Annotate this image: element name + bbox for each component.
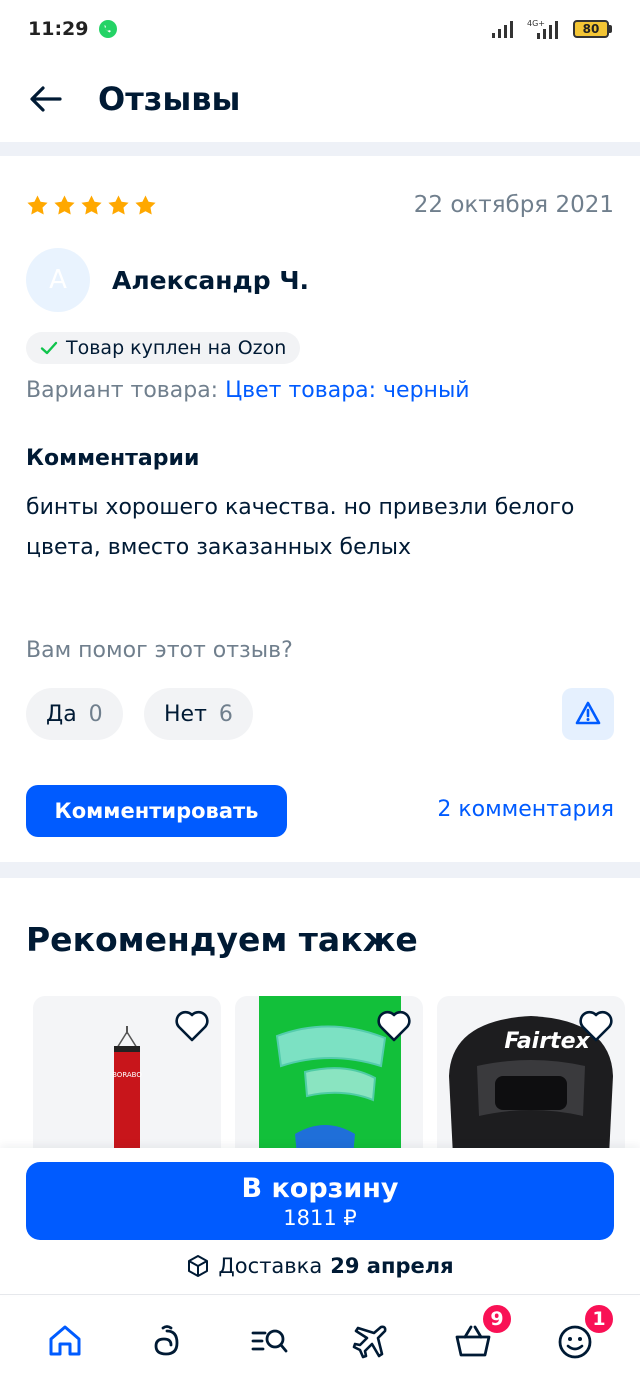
bought-label: Товар куплен на Ozon (66, 337, 287, 359)
report-button[interactable] (562, 688, 614, 740)
heart-icon[interactable] (577, 1008, 615, 1044)
review-author: A Александр Ч. (26, 248, 309, 312)
variant-label: Вариант товара: (26, 378, 219, 403)
cart-panel: В корзину 1811 ₽ Доставка 29 апреля (0, 1148, 640, 1294)
airplane-icon (352, 1325, 387, 1359)
vote-no-label: Нет (164, 701, 207, 727)
signal-4g-icon: 4G+ (527, 19, 558, 39)
profile-badge: 1 (583, 1303, 615, 1335)
box-icon (188, 1255, 209, 1277)
status-bar: 11:29 4G+ 80 (0, 0, 640, 58)
product-card[interactable] (235, 996, 423, 1156)
star-icon (27, 194, 48, 215)
page-title: Отзывы (98, 80, 241, 118)
star-icon (135, 194, 156, 215)
whatsapp-icon (99, 20, 118, 38)
warning-icon (575, 701, 601, 725)
divider (0, 142, 640, 156)
star-icon (108, 194, 129, 215)
vote-yes-label: Да (46, 701, 77, 727)
signal-icon (492, 21, 513, 38)
comments-link[interactable]: 2 комментария (437, 797, 614, 822)
recommend-title: Рекомендуем также (26, 920, 418, 959)
heart-icon[interactable] (173, 1008, 211, 1044)
tab-catalog[interactable] (245, 1317, 293, 1365)
vote-no-count: 6 (218, 701, 233, 727)
status-icons: 4G+ 80 (491, 18, 612, 40)
battery-level: 80 (573, 20, 609, 38)
star-icon (81, 194, 102, 215)
helpful-question: Вам помог этот отзыв? (26, 638, 293, 663)
catalog-search-icon (251, 1329, 288, 1353)
battery-icon: 80 (573, 20, 612, 38)
tab-profile[interactable]: 1 (551, 1303, 615, 1365)
network-label: 4G+ (527, 19, 545, 28)
review-card: 22 октября 2021 A Александр Ч. Товар куп… (0, 156, 640, 862)
product-brand: BORABO (112, 1071, 142, 1079)
cart-badge: 9 (481, 1303, 513, 1335)
tab-travel[interactable] (347, 1317, 395, 1365)
recommend-section: Рекомендуем также BORABO Fairtex (0, 878, 640, 1156)
product-variant: Вариант товара: Цвет товара: черный (26, 378, 470, 403)
vote-yes-count: 0 (88, 701, 103, 727)
bottom-tab-bar: 9 1 (0, 1294, 640, 1387)
variant-value[interactable]: Цвет товара: черный (225, 378, 470, 403)
back-arrow-icon[interactable] (26, 79, 66, 119)
fresh-icon (154, 1325, 179, 1356)
tab-cart[interactable]: 9 (449, 1303, 513, 1365)
bought-on-ozon-badge: Товар куплен на Ozon (26, 332, 301, 364)
vote-yes-button[interactable]: Да 0 (26, 688, 123, 740)
cart-price: 1811 ₽ (283, 1205, 357, 1230)
review-date: 22 октября 2021 (413, 192, 614, 218)
home-icon (49, 1325, 81, 1356)
tab-home[interactable] (41, 1317, 89, 1365)
rating-stars (26, 194, 157, 217)
comment-button[interactable]: Комментировать (26, 785, 287, 837)
vote-no-button[interactable]: Нет 6 (144, 688, 253, 740)
delivery-date: 29 апреля (330, 1254, 454, 1278)
comment-heading: Комментарии (26, 446, 200, 471)
delivery-label: Доставка (218, 1254, 323, 1278)
comment-text: бинты хорошего качества. но привезли бел… (26, 495, 575, 560)
heart-icon[interactable] (375, 1008, 413, 1044)
tab-fresh[interactable] (143, 1317, 191, 1365)
cart-label: В корзину (241, 1172, 399, 1204)
star-icon (54, 194, 75, 215)
product-card[interactable]: Fairtex (437, 996, 625, 1156)
divider (0, 862, 640, 878)
product-card[interactable]: BORABO (33, 996, 221, 1156)
add-to-cart-button[interactable]: В корзину 1811 ₽ (26, 1162, 614, 1240)
author-name: Александр Ч. (112, 265, 310, 295)
check-icon (40, 341, 58, 355)
status-time: 11:29 (28, 18, 89, 40)
app-header: Отзывы (0, 58, 640, 140)
avatar: A (26, 248, 90, 312)
delivery-info: Доставка 29 апреля (0, 1254, 640, 1278)
